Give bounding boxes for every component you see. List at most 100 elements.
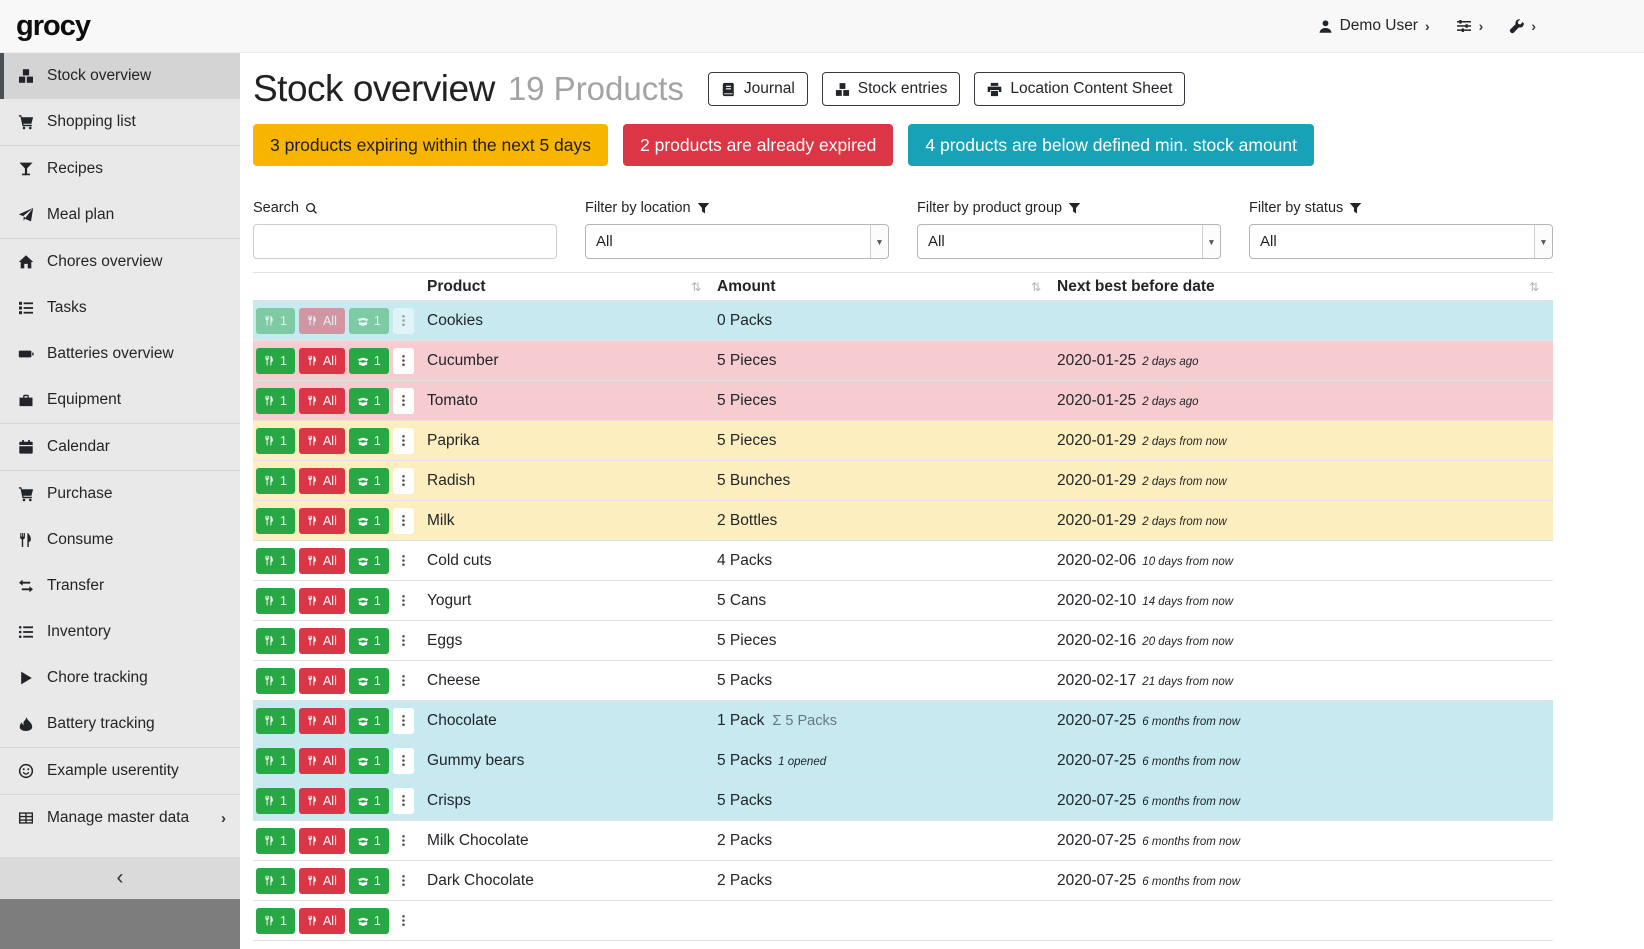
- consume-one-button[interactable]: 1: [256, 428, 295, 454]
- sidebar-item-chores-overview[interactable]: Chores overview: [0, 239, 240, 285]
- open-one-button[interactable]: 1: [349, 548, 389, 574]
- sidebar-item-inventory[interactable]: Inventory: [0, 609, 240, 655]
- consume-all-button[interactable]: All: [299, 828, 345, 854]
- consume-all-button[interactable]: All: [299, 428, 345, 454]
- sidebar-collapse-button[interactable]: ‹: [0, 857, 240, 899]
- sidebar-item-manage-master-data[interactable]: Manage master data›: [0, 795, 240, 841]
- sidebar-item-transfer[interactable]: Transfer: [0, 563, 240, 609]
- consume-all-button[interactable]: All: [299, 708, 345, 734]
- sidebar-item-stock-overview[interactable]: Stock overview: [0, 53, 240, 99]
- utensils-icon: [307, 315, 318, 326]
- consume-one-button[interactable]: 1: [256, 788, 295, 814]
- consume-all-button[interactable]: All: [299, 348, 345, 374]
- sidebar-item-tasks[interactable]: Tasks: [0, 285, 240, 331]
- consume-one-button[interactable]: 1: [256, 668, 295, 694]
- consume-one-button[interactable]: 1: [256, 508, 295, 534]
- consume-one-button[interactable]: 1: [256, 908, 295, 934]
- row-menu-button[interactable]: [393, 548, 414, 574]
- alert-danger[interactable]: 2 products are already expired: [623, 124, 893, 166]
- sidebar-item-calendar[interactable]: Calendar: [0, 424, 240, 470]
- consume-all-button[interactable]: All: [299, 468, 345, 494]
- consume-all-button[interactable]: All: [299, 748, 345, 774]
- user-menu[interactable]: Demo User ›: [1318, 17, 1430, 35]
- row-menu-button[interactable]: [393, 588, 414, 614]
- consume-all-button[interactable]: All: [299, 388, 345, 414]
- open-one-button[interactable]: 1: [349, 588, 389, 614]
- row-menu-button[interactable]: [393, 468, 414, 494]
- consume-one-button[interactable]: 1: [256, 468, 295, 494]
- row-menu-button[interactable]: [393, 868, 414, 894]
- consume-one-button[interactable]: 1: [256, 388, 295, 414]
- location-content-sheet-button[interactable]: Location Content Sheet: [974, 72, 1185, 106]
- row-menu-button[interactable]: [393, 908, 414, 934]
- grocy-logo[interactable]: grocy: [16, 10, 90, 43]
- consume-all-button[interactable]: All: [299, 788, 345, 814]
- row-menu-button[interactable]: [393, 788, 414, 814]
- amount-column-header[interactable]: Amount ⇅: [715, 278, 1055, 296]
- open-one-button[interactable]: 1: [349, 348, 389, 374]
- sidebar-item-consume[interactable]: Consume: [0, 517, 240, 563]
- row-menu-button[interactable]: [393, 388, 414, 414]
- sidebar-item-recipes[interactable]: Recipes: [0, 146, 240, 192]
- display-settings-menu[interactable]: ›: [1456, 18, 1484, 34]
- next-best-before-date-column-header[interactable]: Next best before date ⇅: [1055, 278, 1553, 296]
- product-column-header[interactable]: Product ⇅: [425, 278, 715, 296]
- consume-one-button[interactable]: 1: [256, 348, 295, 374]
- consume-one-button[interactable]: 1: [256, 548, 295, 574]
- row-menu-button[interactable]: [393, 828, 414, 854]
- alert-warning[interactable]: 3 products expiring within the next 5 da…: [253, 124, 608, 166]
- row-menu-button[interactable]: [393, 628, 414, 654]
- sidebar-item-batteries-overview[interactable]: Batteries overview: [0, 331, 240, 377]
- sidebar-item-shopping-list[interactable]: Shopping list: [0, 99, 240, 145]
- row-menu-button[interactable]: [393, 708, 414, 734]
- product-group-filter-select[interactable]: All ▼: [917, 224, 1221, 259]
- open-one-button[interactable]: 1: [349, 388, 389, 414]
- consume-all-button[interactable]: All: [299, 508, 345, 534]
- open-one-button[interactable]: 1: [349, 628, 389, 654]
- open-one-button[interactable]: 1: [349, 788, 389, 814]
- open-one-button[interactable]: 1: [349, 668, 389, 694]
- row-menu-button[interactable]: [393, 348, 414, 374]
- sidebar-item-chore-tracking[interactable]: Chore tracking: [0, 655, 240, 701]
- consume-one-button[interactable]: 1: [256, 708, 295, 734]
- button-label: 1: [374, 554, 381, 568]
- sidebar-item-meal-plan[interactable]: Meal plan: [0, 192, 240, 238]
- consume-all-button[interactable]: All: [299, 868, 345, 894]
- consume-one-button[interactable]: 1: [256, 588, 295, 614]
- location-filter-select[interactable]: All ▼: [585, 224, 889, 259]
- consume-one-button[interactable]: 1: [256, 868, 295, 894]
- open-one-button[interactable]: 1: [349, 508, 389, 534]
- sidebar-item-purchase[interactable]: Purchase: [0, 471, 240, 517]
- status-filter-select[interactable]: All ▼: [1249, 224, 1553, 259]
- open-one-button[interactable]: 1: [349, 708, 389, 734]
- open-one-button[interactable]: 1: [349, 468, 389, 494]
- row-menu-button[interactable]: [393, 428, 414, 454]
- row-menu-button[interactable]: [393, 668, 414, 694]
- sidebar-item-equipment[interactable]: Equipment: [0, 377, 240, 423]
- row-menu-button[interactable]: [393, 508, 414, 534]
- consume-all-button[interactable]: All: [299, 588, 345, 614]
- alert-info[interactable]: 4 products are below defined min. stock …: [908, 124, 1314, 166]
- open-one-button[interactable]: 1: [349, 908, 389, 934]
- consume-one-button[interactable]: 1: [256, 748, 295, 774]
- open-one-button[interactable]: 1: [349, 428, 389, 454]
- journal-button[interactable]: Journal: [708, 72, 808, 106]
- consume-all-button[interactable]: All: [299, 908, 345, 934]
- open-one-button[interactable]: 1: [349, 748, 389, 774]
- row-menu-button[interactable]: [393, 748, 414, 774]
- consume-all-button[interactable]: All: [299, 628, 345, 654]
- consume-one-button[interactable]: 1: [256, 828, 295, 854]
- stock-entries-button[interactable]: Stock entries: [822, 72, 961, 106]
- consume-one-button[interactable]: 1: [256, 628, 295, 654]
- open-one-button[interactable]: 1: [349, 828, 389, 854]
- consume-all-button[interactable]: All: [299, 548, 345, 574]
- search-input[interactable]: [253, 224, 557, 259]
- chevron-right-icon: ›: [221, 810, 226, 827]
- admin-menu[interactable]: ›: [1509, 18, 1536, 34]
- sidebar-item-battery-tracking[interactable]: Battery tracking: [0, 701, 240, 747]
- open-one-button[interactable]: 1: [349, 868, 389, 894]
- ellipsis-v-icon: [397, 354, 410, 367]
- sidebar-item-example-userentity[interactable]: Example userentity: [0, 748, 240, 794]
- consume-all-button[interactable]: All: [299, 668, 345, 694]
- date-cell: 2020-07-256 months from now: [1055, 832, 1553, 850]
